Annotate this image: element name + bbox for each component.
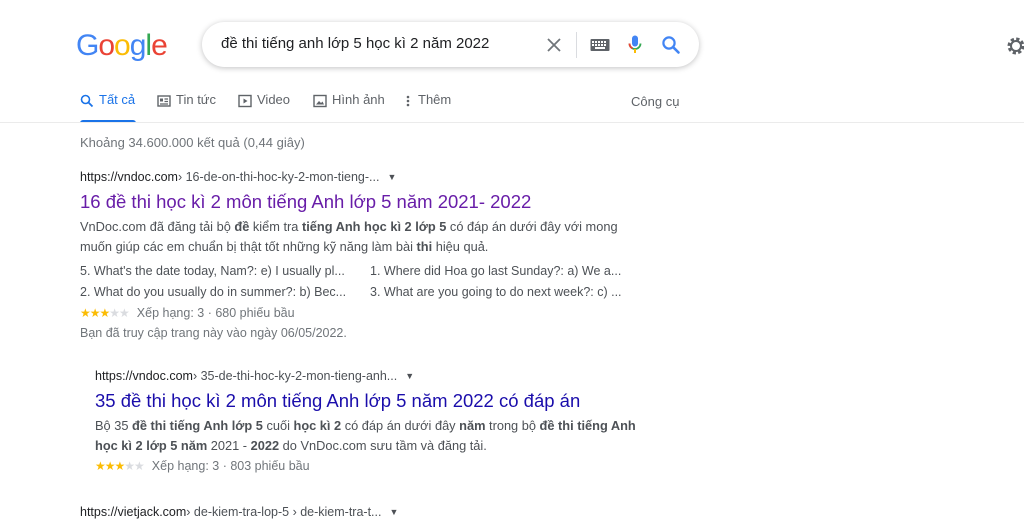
search-result: https://vietjack.com › de-kiem-tra-lop-5… [80, 505, 640, 519]
logo-letter: o [98, 29, 115, 62]
google-logo[interactable]: Google [76, 28, 168, 64]
logo-letter: G [76, 29, 99, 62]
result-path: › de-kiem-tra-lop-5 › de-kiem-tra-t... [186, 505, 382, 519]
qa-question: 1. Where did Hoa go last Sunday?: [370, 264, 564, 278]
result-snippet: VnDoc.com đã đăng tải bộ đề kiểm tra tiế… [80, 217, 640, 257]
image-icon [313, 94, 327, 108]
caret-down-icon[interactable]: ▼ [387, 172, 396, 182]
snippet-text: Bộ 35 [95, 418, 132, 433]
snippet-text: hiệu quả. [432, 239, 489, 254]
tab-label: Video [257, 92, 291, 107]
search-result: https://vndoc.com › 16-de-on-thi-hoc-ky-… [80, 170, 640, 340]
qa-answer: b) Bec... [296, 285, 347, 299]
keyboard-icon[interactable] [588, 33, 612, 57]
snippet-bold: thi [416, 239, 433, 254]
result-url[interactable]: https://vndoc.com › 35-de-thi-hoc-ky-2-m… [95, 369, 645, 383]
search-input[interactable]: đề thi tiếng anh lớp 5 học kì 2 năm 2022 [221, 35, 489, 52]
rating-row: ★★★★★ Xếp hạng: 3 · 803 phiếu bầu [95, 459, 645, 473]
logo-letter: g [129, 29, 147, 62]
tab-more[interactable]: Thêm [405, 92, 451, 122]
snippet-text: trong bộ [485, 418, 540, 433]
qa-question: 3. What are you going to do next week?: [370, 285, 594, 299]
result-url[interactable]: https://vndoc.com › 16-de-on-thi-hoc-ky-… [80, 170, 640, 184]
logo-letter: e [151, 29, 168, 62]
qa-item[interactable]: 2. What do you usually do in summer?: b)… [80, 282, 370, 303]
more-vert-icon [406, 95, 410, 107]
qa-grid: 5. What's the date today, Nam?: e) I usu… [80, 261, 640, 303]
tab-label: Thêm [418, 92, 452, 107]
result-title-link[interactable]: 16 đề thi học kì 2 môn tiếng Anh lớp 5 n… [80, 190, 640, 214]
result-path: › 35-de-thi-hoc-ky-2-mon-tieng-anh... [192, 369, 398, 383]
snippet-text: 2021 - [207, 438, 251, 453]
result-snippet: Bộ 35 đề thi tiếng Anh lớp 5 cuối học kì… [95, 416, 645, 456]
news-icon [157, 95, 171, 107]
search-box[interactable]: đề thi tiếng anh lớp 5 học kì 2 năm 2022 [202, 22, 699, 67]
result-title-link[interactable]: 35 đề thi học kì 2 môn tiếng Anh lớp 5 n… [95, 389, 645, 413]
tab-label: Hình ảnh [332, 92, 385, 107]
qa-question: 5. What's the date today, Nam?: [80, 264, 258, 278]
logo-letter: o [114, 29, 131, 62]
tab-label: Tin tức [176, 92, 217, 107]
qa-item[interactable]: 5. What's the date today, Nam?: e) I usu… [80, 261, 370, 282]
caret-down-icon[interactable]: ▼ [389, 507, 398, 517]
tools-button[interactable]: Công cụ [631, 94, 679, 109]
rating-row: ★★★★★ Xếp hạng: 3 · 680 phiếu bầu [80, 306, 640, 320]
snippet-bold: 2022 [250, 438, 280, 453]
result-stats: Khoảng 34.600.000 kết quả (0,44 giây) [80, 135, 305, 150]
snippet-bold: học kì 2 [293, 418, 342, 433]
rating-text: Xếp hạng: 3 · 680 phiếu bầu [136, 306, 295, 320]
search-icon [80, 94, 94, 108]
qa-answer: e) I usually pl... [257, 264, 345, 278]
snippet-bold: đề [234, 219, 250, 234]
qa-item[interactable]: 3. What are you going to do next week?: … [370, 282, 632, 303]
mic-icon[interactable] [623, 33, 647, 57]
result-site: https://vndoc.com [80, 170, 178, 184]
qa-answer: a) We a... [563, 264, 622, 278]
search-divider [576, 32, 577, 58]
tab-label: Tất cả [99, 92, 136, 107]
snippet-bold: năm [459, 418, 486, 433]
search-icon[interactable] [659, 33, 683, 57]
video-icon [238, 94, 252, 108]
snippet-bold: đề thi tiếng Anh lớp 5 [132, 418, 263, 433]
result-site: https://vndoc.com [95, 369, 193, 383]
qa-question: 2. What do you usually do in summer?: [80, 285, 297, 299]
qa-item[interactable]: 1. Where did Hoa go last Sunday?: a) We … [370, 261, 632, 282]
qa-answer: c) ... [593, 285, 622, 299]
tab-news[interactable]: Tin tức [157, 92, 216, 122]
snippet-bold: tiếng Anh học kì 2 lớp 5 [301, 219, 447, 234]
result-site: https://vietjack.com [80, 505, 187, 519]
tab-images[interactable]: Hình ảnh [313, 92, 385, 122]
settings-gear-icon[interactable] [1005, 35, 1024, 57]
rating-text: Xếp hạng: 3 · 803 phiếu bầu [151, 459, 310, 473]
snippet-text: có đáp án dưới đây [341, 418, 460, 433]
result-path: › 16-de-on-thi-hoc-ky-2-mon-tieng-... [177, 170, 380, 184]
star-rating-icon: ★★★★★ [80, 306, 130, 320]
snippet-text: kiểm tra [249, 219, 302, 234]
snippet-text: do VnDoc.com sưu tầm và đăng tải. [279, 438, 487, 453]
result-url[interactable]: https://vietjack.com › de-kiem-tra-lop-5… [80, 505, 640, 519]
snippet-text: VnDoc.com đã đăng tải bộ [80, 219, 235, 234]
star-rating-icon: ★★★★★ [95, 459, 145, 473]
tab-video[interactable]: Video [238, 92, 290, 122]
snippet-text: cuối [262, 418, 294, 433]
clear-icon[interactable] [542, 33, 566, 57]
tab-all[interactable]: Tất cả [80, 92, 136, 123]
header-divider [0, 122, 1024, 123]
search-result: https://vndoc.com › 35-de-thi-hoc-ky-2-m… [95, 369, 645, 473]
caret-down-icon[interactable]: ▼ [405, 371, 414, 381]
visited-note: Bạn đã truy cập trang này vào ngày 06/05… [80, 326, 347, 340]
